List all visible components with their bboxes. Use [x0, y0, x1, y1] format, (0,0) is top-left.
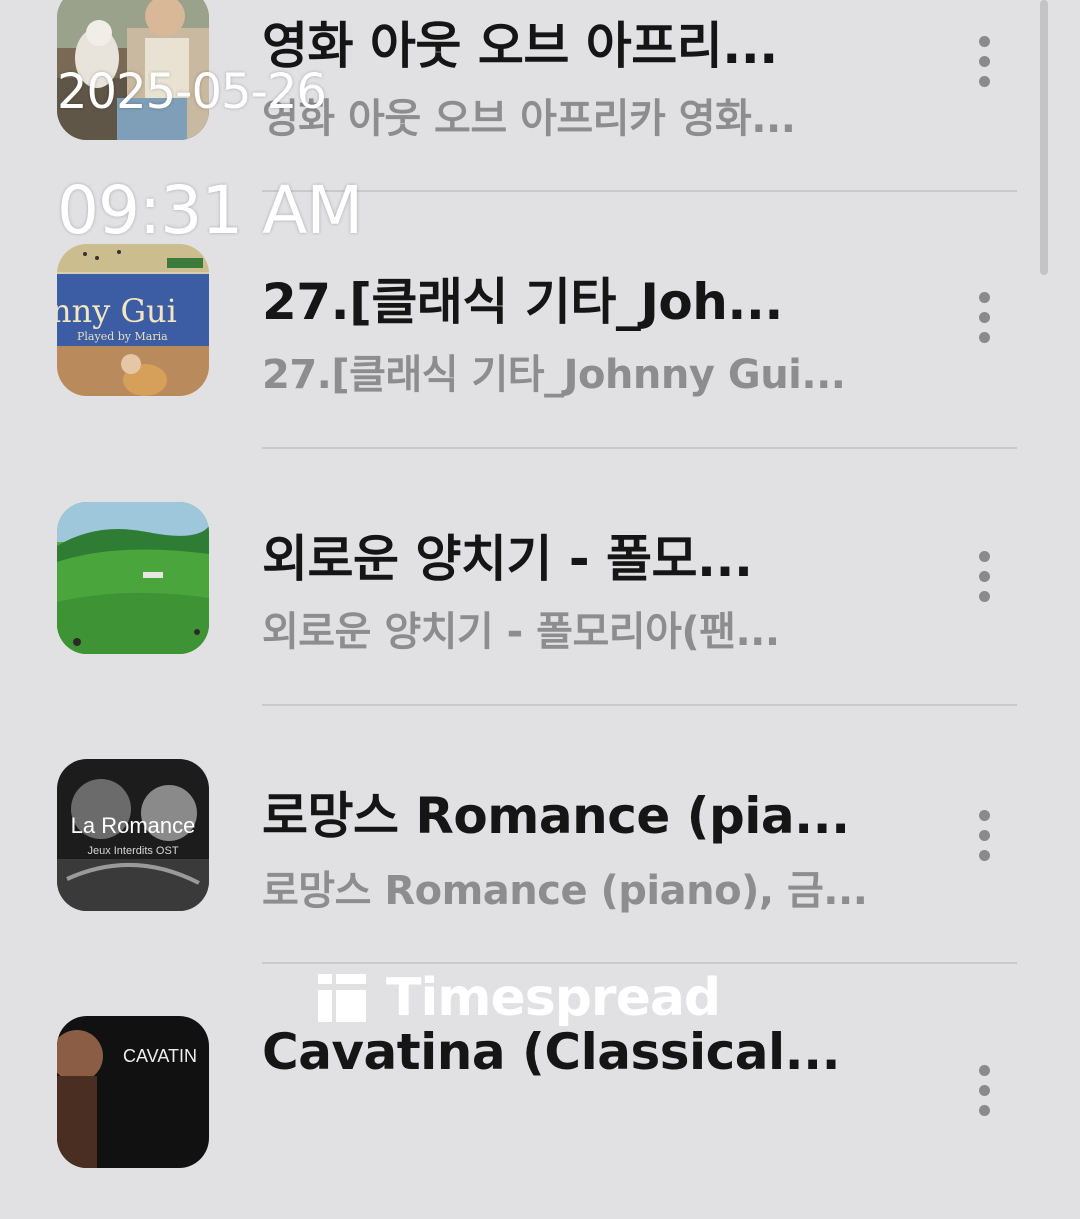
- list-item[interactable]: La Romance Jeux Interdits OST 로망스 Romanc…: [0, 706, 1040, 964]
- scrollbar[interactable]: [1040, 0, 1048, 275]
- track-subtitle: 로망스 Romance (piano), 금...: [262, 868, 868, 914]
- more-options-icon[interactable]: [968, 1063, 1002, 1123]
- timespread-logo-icon: [318, 974, 366, 1022]
- track-title: 27.[클래식 기타_Joh...: [262, 273, 783, 331]
- thumbnail: nny Gui Played by Maria: [57, 244, 209, 396]
- green-pasture-thumbnail-icon: [57, 502, 209, 654]
- track-title: Cavatina (Classical...: [262, 1023, 841, 1081]
- thumbnail-subcaption: Jeux Interdits OST: [87, 845, 179, 857]
- thumbnail: [57, 502, 209, 654]
- watermark-text: Timespread: [386, 968, 721, 1028]
- more-options-icon[interactable]: [968, 34, 1002, 94]
- track-title: 영화 아웃 오브 아프리...: [262, 17, 778, 75]
- thumbnail: CAVATIN: [57, 1016, 209, 1168]
- track-title: 외로운 양치기 - 폴모...: [262, 530, 753, 588]
- watermark: Timespread: [318, 966, 721, 1030]
- timestamp-date: 2025-05-26: [57, 64, 327, 120]
- thumbnail-caption: nny Gui: [57, 292, 177, 330]
- more-options-icon[interactable]: [968, 549, 1002, 609]
- track-subtitle: 외로운 양치기 - 폴모리아(팬...: [262, 609, 780, 655]
- track-title: 로망스 Romance (pia...: [262, 787, 850, 845]
- thumbnail-caption: La Romance: [70, 813, 196, 838]
- playlist: 영화 아웃 오브 아프리... 영화 아웃 오브 아프리카 영화... nny …: [0, 0, 1080, 1168]
- list-item[interactable]: 외로운 양치기 - 폴모... 외로운 양치기 - 폴모리아(팬...: [0, 449, 1040, 706]
- more-options-icon[interactable]: [968, 290, 1002, 350]
- thumbnail: La Romance Jeux Interdits OST: [57, 759, 209, 911]
- thumbnail-subcaption: Played by Maria: [77, 330, 168, 343]
- timestamp-time: 09:31 AM: [57, 172, 363, 249]
- track-subtitle: 영화 아웃 오브 아프리카 영화...: [262, 96, 796, 142]
- more-options-icon[interactable]: [968, 808, 1002, 868]
- track-subtitle: 27.[클래식 기타_Johnny Gui...: [262, 352, 846, 398]
- thumbnail-caption: CAVATIN: [123, 1046, 198, 1066]
- cavatina-thumbnail-icon: [57, 1016, 209, 1168]
